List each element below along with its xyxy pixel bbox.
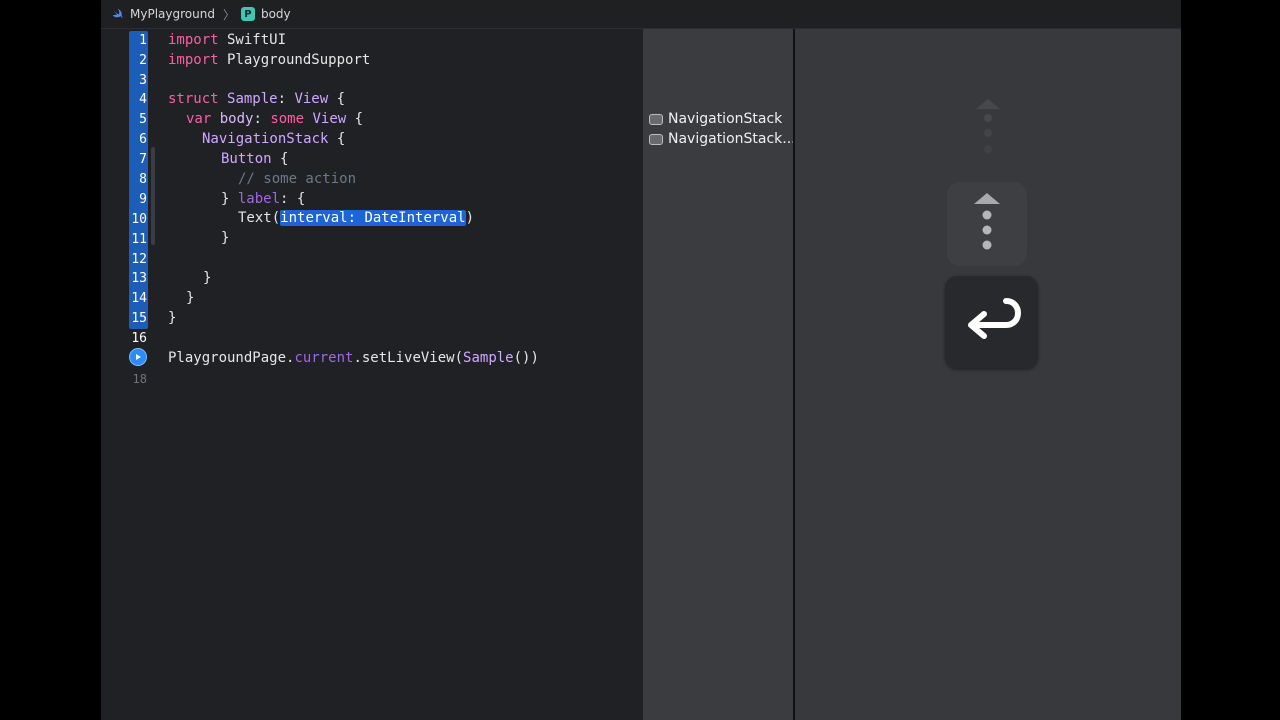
- code-text: {: [346, 111, 364, 127]
- line-number: 18: [132, 372, 147, 386]
- live-view: [795, 29, 1181, 720]
- code-text: {: [328, 91, 346, 107]
- code-text: PlaygroundSupport: [218, 52, 371, 68]
- result-label: NavigationStack...: [668, 131, 796, 147]
- code-line[interactable]: var body: some View {: [186, 109, 363, 129]
- line-number: 1: [139, 33, 147, 48]
- code-line[interactable]: }: [186, 288, 194, 308]
- result-item[interactable]: NavigationStack...: [649, 129, 796, 149]
- line-number: 8: [139, 172, 147, 187]
- xcode-window: MyPlayground 〉 P body 1 2 3 4 5 6 7 8 9 …: [101, 0, 1181, 720]
- scroll-up-key-icon: [974, 193, 1000, 250]
- code-text: }: [221, 191, 238, 207]
- type-name: View: [312, 111, 347, 127]
- code-text: }: [168, 310, 177, 326]
- placeholder-token[interactable]: interval: DateInterval: [280, 210, 466, 226]
- code-text: ()): [513, 350, 539, 366]
- code-text: .setLiveView(: [353, 350, 464, 366]
- line-number: 4: [139, 92, 147, 107]
- code-text: : {: [280, 191, 306, 207]
- line-number: 7: [139, 152, 147, 167]
- code-editor[interactable]: 1 2 3 4 5 6 7 8 9 10 11 12 13 14 15 16 1…: [101, 29, 642, 720]
- property-name: body: [219, 111, 254, 127]
- breadcrumb-project[interactable]: MyPlayground: [130, 7, 215, 21]
- return-key-icon: [968, 298, 1022, 339]
- code-text: }: [186, 290, 195, 306]
- code-line[interactable]: PlaygroundPage.current.setLiveView(Sampl…: [168, 348, 539, 368]
- keyword: import: [168, 32, 219, 48]
- line-number: 16: [131, 331, 147, 346]
- chevron-right-icon: 〉: [222, 7, 235, 22]
- type-name: Sample: [227, 91, 278, 107]
- code-line[interactable]: NavigationStack {: [202, 129, 345, 149]
- code-text: }: [221, 230, 230, 246]
- code-line[interactable]: }: [203, 268, 211, 288]
- code-text: {: [271, 151, 289, 167]
- return-key[interactable]: [945, 276, 1038, 369]
- jump-bar: MyPlayground 〉 P body: [101, 0, 1181, 29]
- type-name: Sample: [463, 350, 514, 366]
- code-line[interactable]: struct Sample: View {: [168, 89, 345, 109]
- result-label: NavigationStack: [668, 111, 783, 127]
- type-name: Button: [221, 151, 272, 167]
- run-icon[interactable]: [129, 348, 147, 366]
- result-view-icon[interactable]: [649, 133, 663, 145]
- property-name: current: [294, 350, 354, 366]
- code-line[interactable]: import PlaygroundSupport: [168, 50, 370, 70]
- line-number: 3: [139, 73, 147, 88]
- type-name: View: [294, 91, 329, 107]
- keyword: import: [168, 52, 219, 68]
- argument-label: label: [237, 191, 281, 207]
- scroll-up-key[interactable]: [947, 182, 1027, 266]
- code-line[interactable]: Text(interval: DateInterval): [238, 208, 474, 228]
- line-number: 11: [131, 232, 147, 247]
- code-line[interactable]: } label: {: [221, 189, 305, 209]
- swift-icon: [112, 8, 123, 19]
- code-text: :: [277, 91, 295, 107]
- keyword: struct: [168, 91, 219, 107]
- code-line[interactable]: }: [221, 228, 229, 248]
- code-line[interactable]: import SwiftUI: [168, 30, 286, 50]
- line-number: 5: [139, 112, 147, 127]
- keyword: var: [186, 111, 212, 127]
- code-text: Text(: [238, 210, 281, 226]
- code-text: SwiftUI: [218, 32, 287, 48]
- code-text: ): [465, 210, 475, 226]
- line-number: 13: [131, 271, 147, 286]
- line-number: 2: [139, 53, 147, 68]
- code-text: {: [328, 131, 346, 147]
- scroll-up-key-icon: [976, 99, 1000, 153]
- line-number: 12: [131, 252, 147, 267]
- code-comment: // some action: [238, 171, 357, 187]
- code-line[interactable]: }: [168, 308, 176, 328]
- code-fold-ribbon[interactable]: [151, 147, 155, 245]
- code-line[interactable]: // some action: [238, 169, 356, 189]
- playground-page-icon: P: [240, 7, 255, 21]
- results-sidebar: NavigationStack NavigationStack...: [643, 29, 796, 720]
- type-name: NavigationStack: [202, 131, 329, 147]
- result-view-icon[interactable]: [649, 113, 663, 125]
- code-text: :: [253, 111, 271, 127]
- line-number: 6: [139, 132, 147, 147]
- line-number: 14: [131, 291, 147, 306]
- code-line[interactable]: Button {: [221, 149, 288, 169]
- line-number: 15: [131, 311, 147, 326]
- breadcrumb-page[interactable]: body: [261, 7, 291, 21]
- line-number: 9: [139, 192, 147, 207]
- code-text: }: [203, 270, 212, 286]
- code-text: PlaygroundPage.: [168, 350, 295, 366]
- line-number: 10: [131, 212, 147, 227]
- result-item[interactable]: NavigationStack: [649, 109, 782, 129]
- keyword: some: [270, 111, 305, 127]
